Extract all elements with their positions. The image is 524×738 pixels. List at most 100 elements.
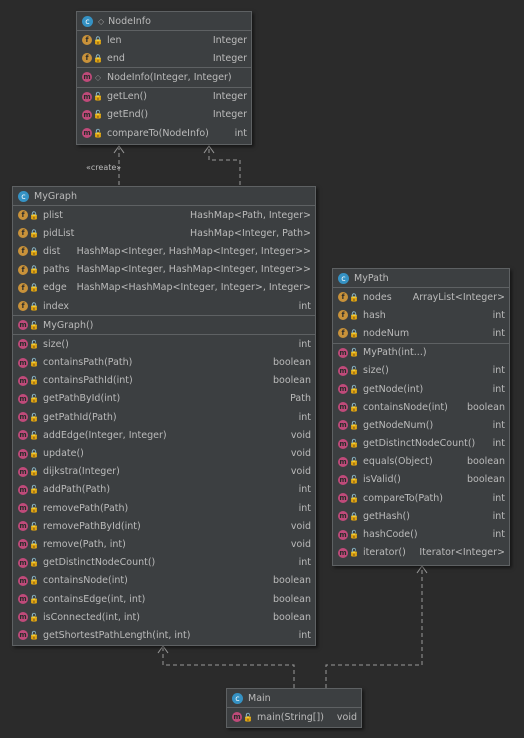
method-row[interactable]: m 🔓 isValid() boolean xyxy=(333,471,509,489)
public-unlock-icon: 🔓 xyxy=(93,92,103,102)
member-name: equals(Object) xyxy=(363,456,433,468)
member-name: getShortestPathLength(int, int) xyxy=(43,629,191,641)
member-type: void xyxy=(290,429,311,441)
method-row[interactable]: m ◇ NodeInfo(Integer, Integer) xyxy=(77,68,251,86)
field-row[interactable]: f 🔒 paths HashMap<Integer, HashMap<Integer,… xyxy=(13,261,315,279)
public-unlock-icon: 🔓 xyxy=(29,630,39,640)
method-row[interactable]: m 🔒 getHash() int xyxy=(333,507,509,525)
class-mygraph[interactable]: c MyGraph f 🔒 plist HashMap<Path, Integer> f… xyxy=(12,186,316,646)
field-row[interactable]: f 🔒 dist HashMap<Integer, HashMap<Integer, … xyxy=(13,242,315,260)
method-row[interactable]: m 🔓 MyPath(int...) xyxy=(333,344,509,362)
method-row[interactable]: m 🔓 compareTo(Path) int xyxy=(333,489,509,507)
public-unlock-icon: 🔓 xyxy=(349,420,359,430)
private-lock-icon: 🔒 xyxy=(29,449,39,459)
member-name: index xyxy=(43,300,69,312)
constructors-section: m 🔓 MyGraph() xyxy=(13,315,315,334)
member-name: len xyxy=(107,34,122,46)
method-icon: m xyxy=(232,712,242,723)
public-unlock-icon: 🔓 xyxy=(349,439,359,449)
member-type: int xyxy=(492,327,505,339)
method-row[interactable]: m 🔓 getShortestPathLength(int, int) int xyxy=(13,626,315,644)
method-row[interactable]: m 🔓 isConnected(int, int) boolean xyxy=(13,608,315,626)
method-row[interactable]: m 🔓 hashCode() int xyxy=(333,525,509,543)
member-type: HashMap<HashMap<Integer, Integer>, Integ… xyxy=(76,282,311,294)
member-type: HashMap<Integer, Path> xyxy=(190,227,311,239)
field-row[interactable]: f 🔒 edge HashMap<HashMap<Integer, Integer>,… xyxy=(13,279,315,297)
public-unlock-icon: 🔓 xyxy=(29,339,39,349)
private-lock-icon: 🔒 xyxy=(29,228,39,238)
method-row[interactable]: m 🔓 containsNode(int) boolean xyxy=(333,398,509,416)
method-icon: m xyxy=(18,612,28,623)
public-unlock-icon: 🔓 xyxy=(29,612,39,622)
private-lock-icon: 🔒 xyxy=(29,467,39,477)
method-row[interactable]: m 🔓 removePathById(int) void xyxy=(13,517,315,535)
method-row[interactable]: m 🔓 getPathById(int) Path xyxy=(13,390,315,408)
method-row[interactable]: m 🔓 getNode(int) int xyxy=(333,380,509,398)
field-row[interactable]: f 🔒 len Integer xyxy=(77,31,251,49)
member-type: Integer xyxy=(212,109,247,121)
method-row[interactable]: m 🔒 update() void xyxy=(13,444,315,462)
method-row[interactable]: m 🔓 size() int xyxy=(13,335,315,353)
field-icon: f xyxy=(18,210,28,221)
field-row[interactable]: f 🔒 plist HashMap<Path, Integer> xyxy=(13,206,315,224)
member-name: getEnd() xyxy=(107,109,149,121)
method-icon: m xyxy=(82,109,92,120)
member-type: int xyxy=(234,127,247,139)
method-icon: m xyxy=(338,547,348,558)
private-lock-icon: 🔒 xyxy=(29,265,39,275)
member-name: paths xyxy=(43,264,70,276)
method-row[interactable]: m 🔓 getDistinctNodeCount() int xyxy=(333,435,509,453)
method-row[interactable]: m 🔓 getLen() Integer xyxy=(77,88,251,106)
public-unlock-icon: 🔓 xyxy=(93,110,103,120)
method-row[interactable]: m 🔓 getPathId(Path) int xyxy=(13,408,315,426)
field-row[interactable]: f 🔒 index int xyxy=(13,297,315,315)
class-main[interactable]: c Main m 🔓 main(String[]) void xyxy=(226,688,362,728)
field-icon: f xyxy=(338,328,348,339)
method-row[interactable]: m 🔓 containsPath(Path) boolean xyxy=(13,354,315,372)
method-icon: m xyxy=(18,521,28,532)
member-name: nodeNum xyxy=(363,327,410,339)
method-row[interactable]: m 🔓 size() int xyxy=(333,362,509,380)
method-icon: m xyxy=(18,575,28,586)
edge-label-creates: «create» xyxy=(86,163,122,172)
member-type: void xyxy=(336,711,357,723)
method-row[interactable]: m 🔓 main(String[]) void xyxy=(227,708,361,726)
private-lock-icon: 🔒 xyxy=(349,328,359,338)
method-icon: m xyxy=(338,529,348,540)
method-row[interactable]: m 🔓 removePath(Path) int xyxy=(13,499,315,517)
method-row[interactable]: m 🔓 getNodeNum() int xyxy=(333,416,509,434)
field-row[interactable]: f 🔒 pidList HashMap<Integer, Path> xyxy=(13,224,315,242)
method-row[interactable]: m 🔒 remove(Path, int) void xyxy=(13,535,315,553)
class-icon: c xyxy=(338,272,349,284)
public-unlock-icon: 🔓 xyxy=(349,548,359,558)
method-row[interactable]: m 🔓 addEdge(Integer, Integer) void xyxy=(13,426,315,444)
method-row[interactable]: m 🔓 MyGraph() xyxy=(13,316,315,334)
method-row[interactable]: m 🔒 dijkstra(Integer) void xyxy=(13,463,315,481)
field-row[interactable]: f 🔒 end Integer xyxy=(77,49,251,67)
method-row[interactable]: m 🔓 equals(Object) boolean xyxy=(333,453,509,471)
field-row[interactable]: f 🔒 nodeNum int xyxy=(333,324,509,342)
private-lock-icon: 🔒 xyxy=(29,246,39,256)
method-row[interactable]: m 🔓 containsPathId(int) boolean xyxy=(13,372,315,390)
method-icon: m xyxy=(18,357,28,368)
method-row[interactable]: m 🔓 getEnd() Integer xyxy=(77,106,251,124)
method-row[interactable]: m 🔓 containsEdge(int, int) boolean xyxy=(13,590,315,608)
method-row[interactable]: m 🔓 containsNode(int) boolean xyxy=(13,572,315,590)
member-type: Integer xyxy=(212,34,247,46)
fields-section: f 🔒 nodes ArrayList<Integer> f 🔒 hash int f 🔒 node… xyxy=(333,288,509,343)
package-visibility-icon: ◇ xyxy=(98,16,105,26)
class-mypath[interactable]: c MyPath f 🔒 nodes ArrayList<Integer> f 🔒 hash… xyxy=(332,268,510,566)
private-lock-icon: 🔒 xyxy=(349,292,359,302)
private-lock-icon: 🔒 xyxy=(29,539,39,549)
field-row[interactable]: f 🔒 nodes ArrayList<Integer> xyxy=(333,288,509,306)
field-row[interactable]: f 🔒 hash int xyxy=(333,306,509,324)
class-nodeinfo[interactable]: c ◇ NodeInfo f 🔒 len Integer f 🔒 end Integer m ◇ N… xyxy=(76,11,252,145)
member-type: Iterator<Integer> xyxy=(419,547,505,559)
method-row[interactable]: m 🔓 compareTo(NodeInfo) int xyxy=(77,124,251,142)
member-type: ArrayList<Integer> xyxy=(412,291,505,303)
method-row[interactable]: m 🔓 iterator() Iterator<Integer> xyxy=(333,544,509,562)
fields-section: f 🔒 plist HashMap<Path, Integer> f 🔒 pidList Ha… xyxy=(13,206,315,315)
method-row[interactable]: m 🔓 getDistinctNodeCount() int xyxy=(13,554,315,572)
method-row[interactable]: m 🔓 addPath(Path) int xyxy=(13,481,315,499)
public-unlock-icon: 🔓 xyxy=(243,712,253,722)
